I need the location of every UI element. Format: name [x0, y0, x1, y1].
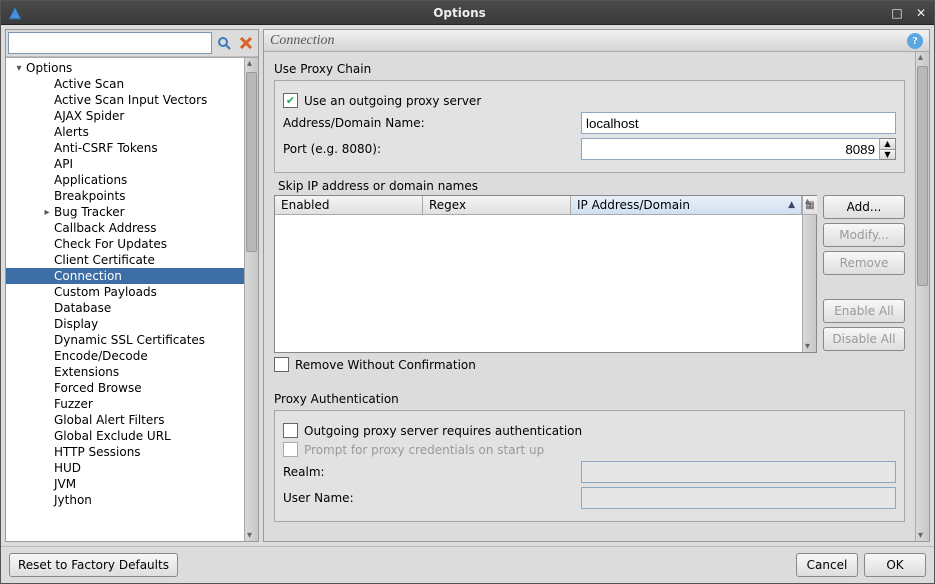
panel-scrollbar[interactable]: [915, 52, 929, 541]
tree-item[interactable]: Callback Address: [6, 220, 244, 236]
modify-button[interactable]: Modify...: [823, 223, 905, 247]
tree-item[interactable]: Breakpoints: [6, 188, 244, 204]
col-enabled[interactable]: Enabled: [275, 196, 423, 214]
settings-panel: Connection ? Use Proxy Chain ✔ Use an ou…: [263, 29, 930, 542]
tree-item[interactable]: Alerts: [6, 124, 244, 140]
tree-item[interactable]: Fuzzer: [6, 396, 244, 412]
requires-auth-checkbox[interactable]: [283, 423, 298, 438]
prompt-credentials-label: Prompt for proxy credentials on start up: [304, 443, 544, 457]
disable-all-button[interactable]: Disable All: [823, 327, 905, 351]
realm-input: [581, 461, 896, 483]
tree-item[interactable]: Display: [6, 316, 244, 332]
enable-all-button[interactable]: Enable All: [823, 299, 905, 323]
column-picker-icon[interactable]: ▦: [803, 196, 817, 215]
address-input[interactable]: [581, 112, 896, 134]
search-icon[interactable]: [214, 33, 234, 53]
tree-item[interactable]: API: [6, 156, 244, 172]
tree-item[interactable]: Jython: [6, 492, 244, 508]
tree-item[interactable]: HTTP Sessions: [6, 444, 244, 460]
proxy-chain-group: Use Proxy Chain: [274, 60, 905, 78]
close-icon[interactable]: ✕: [914, 6, 928, 20]
use-proxy-checkbox[interactable]: ✔: [283, 93, 298, 108]
tree-item[interactable]: Client Certificate: [6, 252, 244, 268]
app-icon: [7, 5, 23, 21]
ok-button[interactable]: OK: [864, 553, 926, 577]
tree-item[interactable]: JVM: [6, 476, 244, 492]
requires-auth-label: Outgoing proxy server requires authentic…: [304, 424, 582, 438]
footer: Reset to Factory Defaults Cancel OK: [1, 546, 934, 583]
help-icon[interactable]: ?: [907, 33, 923, 49]
options-tree-pane: ▾OptionsActive ScanActive Scan Input Vec…: [5, 29, 259, 542]
tree-item[interactable]: Applications: [6, 172, 244, 188]
skip-table[interactable]: Enabled Regex IP Address/Domain▲ ▦: [274, 195, 817, 353]
tree-item[interactable]: Global Alert Filters: [6, 412, 244, 428]
tree-item[interactable]: ▸Bug Tracker: [6, 204, 244, 220]
skip-group-label: Skip IP address or domain names: [278, 177, 905, 195]
cancel-button[interactable]: Cancel: [796, 553, 858, 577]
tree-root[interactable]: ▾Options: [6, 60, 244, 76]
remove-no-confirm-checkbox[interactable]: [274, 357, 289, 372]
options-window: Options □ ✕ ▾OptionsActive ScanAct: [0, 0, 935, 584]
col-domain[interactable]: IP Address/Domain▲: [571, 196, 802, 214]
tree-item[interactable]: Dynamic SSL Certificates: [6, 332, 244, 348]
port-spinner[interactable]: ▲▼: [880, 138, 896, 160]
use-proxy-label: Use an outgoing proxy server: [304, 94, 481, 108]
realm-label: Realm:: [283, 465, 573, 479]
tree-item[interactable]: Forced Browse: [6, 380, 244, 396]
port-input[interactable]: [581, 138, 880, 160]
panel-title: Connection: [270, 33, 335, 49]
tree-item[interactable]: Global Exclude URL: [6, 428, 244, 444]
remove-no-confirm-label: Remove Without Confirmation: [295, 358, 476, 372]
tree-scrollbar[interactable]: [244, 58, 258, 541]
tree-item[interactable]: HUD: [6, 460, 244, 476]
add-button[interactable]: Add...: [823, 195, 905, 219]
tree-item[interactable]: Check For Updates: [6, 236, 244, 252]
username-input: [581, 487, 896, 509]
tree-item[interactable]: Custom Payloads: [6, 284, 244, 300]
tree-item[interactable]: Anti-CSRF Tokens: [6, 140, 244, 156]
remove-button[interactable]: Remove: [823, 251, 905, 275]
tree-item[interactable]: Extensions: [6, 364, 244, 380]
options-tree[interactable]: ▾OptionsActive ScanActive Scan Input Vec…: [6, 58, 244, 541]
reset-button[interactable]: Reset to Factory Defaults: [9, 553, 178, 577]
tree-item[interactable]: Database: [6, 300, 244, 316]
clear-search-icon[interactable]: [236, 33, 256, 53]
search-input[interactable]: [8, 32, 212, 54]
tree-item[interactable]: Active Scan Input Vectors: [6, 92, 244, 108]
address-label: Address/Domain Name:: [283, 116, 573, 130]
proxy-auth-group: Proxy Authentication: [274, 390, 905, 408]
tree-item[interactable]: Active Scan: [6, 76, 244, 92]
tree-item[interactable]: Connection: [6, 268, 244, 284]
maximize-icon[interactable]: □: [890, 6, 904, 20]
tree-item[interactable]: Encode/Decode: [6, 348, 244, 364]
port-label: Port (e.g. 8080):: [283, 142, 573, 156]
titlebar: Options □ ✕: [1, 1, 934, 25]
prompt-credentials-checkbox: [283, 442, 298, 457]
table-scrollbar[interactable]: ▦: [802, 196, 816, 352]
tree-item[interactable]: AJAX Spider: [6, 108, 244, 124]
window-title: Options: [29, 6, 890, 20]
col-regex[interactable]: Regex: [423, 196, 571, 214]
username-label: User Name:: [283, 491, 573, 505]
